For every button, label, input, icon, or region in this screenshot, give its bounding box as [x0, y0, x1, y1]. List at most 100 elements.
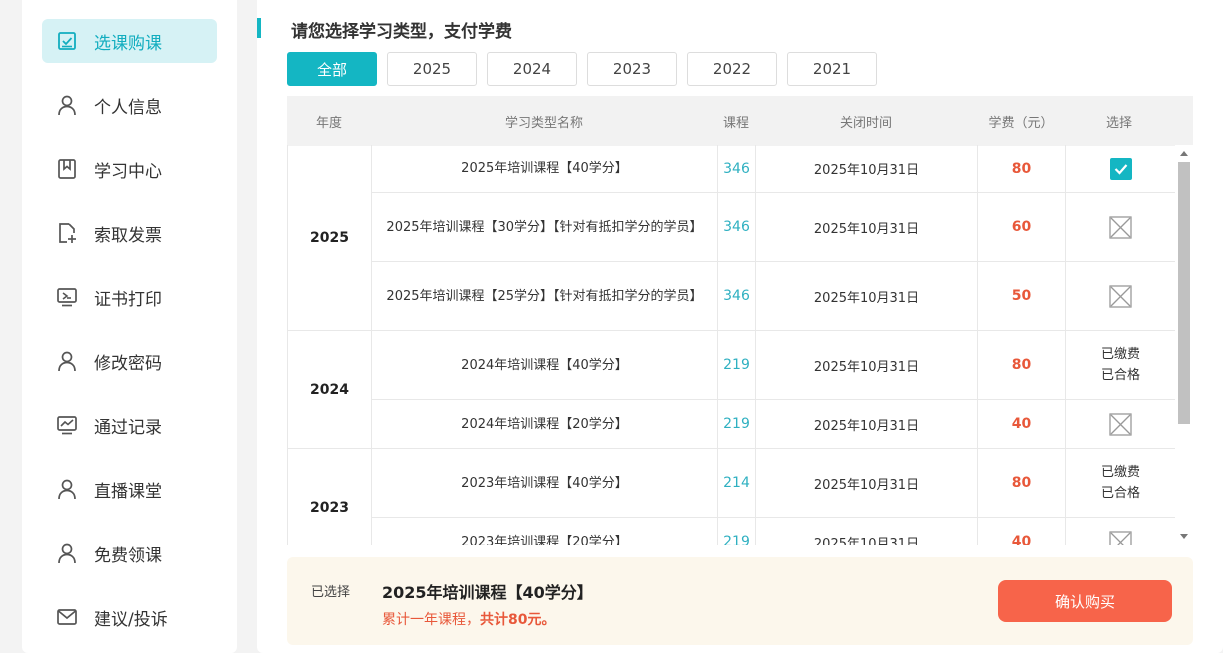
select-cell: [1066, 193, 1175, 261]
sidebar-item-certificate-print[interactable]: 证书打印: [42, 275, 217, 319]
user-icon: [55, 93, 79, 117]
total-amount: 共计80元。: [480, 612, 555, 628]
scroll-up-arrow-icon[interactable]: [1180, 151, 1188, 156]
sidebar-item-learning-center[interactable]: 学习中心: [42, 147, 217, 191]
monitor-icon: [55, 285, 79, 309]
column-header-name: 学习类型名称: [371, 96, 717, 146]
close-time: 2025年10月31日: [756, 449, 978, 517]
course-type-name: 2025年培训课程【40学分】: [372, 145, 718, 192]
table-row: 2025年培训课程【25学分】【针对有抵扣学分的学员】 346 2025年10月…: [372, 262, 1175, 330]
sidebar-item-course-purchase[interactable]: 选课购课: [42, 19, 217, 63]
tab-2023[interactable]: 2023: [587, 52, 677, 86]
user-icon: [55, 541, 79, 565]
page-title: 请您选择学习类型，支付学费: [291, 17, 512, 42]
sidebar-item-label: 免费领课: [94, 541, 162, 566]
bookmark-icon: [55, 157, 79, 181]
checked-checkbox[interactable]: [1110, 158, 1132, 180]
sidebar-item-label: 直播课堂: [94, 477, 162, 502]
tab-2022[interactable]: 2022: [687, 52, 777, 86]
sidebar-item-pass-records[interactable]: 通过记录: [42, 403, 217, 447]
status-passed: 已合格: [1101, 365, 1140, 386]
year-cell: 2024: [288, 331, 372, 448]
user-icon: [55, 349, 79, 373]
table-row: 2024年培训课程【20学分】 219 2025年10月31日 40: [372, 400, 1175, 448]
course-count-link[interactable]: 214: [718, 449, 756, 517]
sidebar-item-invoice[interactable]: 索取发票: [42, 211, 217, 255]
checkbox-icon: [55, 29, 79, 53]
close-time: 2025年10月31日: [756, 518, 978, 545]
course-type-name: 2025年培训课程【30学分】【针对有抵扣学分的学员】: [372, 193, 718, 261]
column-header-select: 选择: [1065, 96, 1173, 146]
table-body[interactable]: 2025 2025年培训课程【40学分】 346 2025年10月31日 80 …: [287, 145, 1175, 545]
main-panel: 请您选择学习类型，支付学费 全部 2025 2024 2023 2022 202…: [257, 0, 1223, 653]
sidebar-item-personal-info[interactable]: 个人信息: [42, 83, 217, 127]
disabled-checkbox-icon: [1109, 285, 1132, 308]
scrollbar-thumb[interactable]: [1178, 162, 1190, 424]
year-group-2023: 2023 2023年培训课程【40学分】 214 2025年10月31日 80 …: [288, 449, 1175, 545]
year-cell: 2023: [288, 449, 372, 545]
tab-all[interactable]: 全部: [287, 52, 377, 86]
table-header: 年度 学习类型名称 课程 关闭时间 学费（元） 选择: [287, 96, 1193, 146]
sidebar-item-label: 个人信息: [94, 93, 162, 118]
sidebar-item-label: 修改密码: [94, 349, 162, 374]
column-header-year: 年度: [287, 96, 371, 146]
table-row: 2023年培训课程【20学分】 219 2025年10月31日 40: [372, 518, 1175, 545]
column-header-course: 课程: [717, 96, 755, 146]
year-cell: 2025: [288, 145, 372, 330]
table-row: 2024年培训课程【40学分】 219 2025年10月31日 80 已缴费 已…: [372, 331, 1175, 400]
course-type-name: 2023年培训课程【40学分】: [372, 449, 718, 517]
tab-2021[interactable]: 2021: [787, 52, 877, 86]
course-count-link[interactable]: 219: [718, 400, 756, 448]
disabled-checkbox-icon: [1109, 531, 1132, 546]
fee: 80: [978, 449, 1066, 517]
course-count-link[interactable]: 346: [718, 145, 756, 192]
course-type-name: 2025年培训课程【25学分】【针对有抵扣学分的学员】: [372, 262, 718, 330]
course-type-name: 2024年培训课程【40学分】: [372, 331, 718, 399]
tab-2025[interactable]: 2025: [387, 52, 477, 86]
sidebar-item-feedback[interactable]: 建议/投诉: [42, 595, 217, 639]
disabled-checkbox-icon: [1109, 413, 1132, 436]
course-count-link[interactable]: 346: [718, 193, 756, 261]
user-icon: [55, 477, 79, 501]
sidebar-item-label: 学习中心: [94, 157, 162, 182]
table-row: 2025年培训课程【40学分】 346 2025年10月31日 80: [372, 145, 1175, 193]
table-row: 2023年培训课程【40学分】 214 2025年10月31日 80 已缴费 已…: [372, 449, 1175, 518]
column-header-fee: 学费（元）: [977, 96, 1065, 146]
sidebar-item-change-password[interactable]: 修改密码: [42, 339, 217, 383]
sidebar-item-free-courses[interactable]: 免费领课: [42, 531, 217, 575]
course-count-link[interactable]: 219: [718, 518, 756, 545]
close-time: 2025年10月31日: [756, 262, 978, 330]
tab-2024[interactable]: 2024: [487, 52, 577, 86]
scroll-down-arrow-icon[interactable]: [1180, 534, 1188, 539]
fee: 80: [978, 331, 1066, 399]
select-cell: [1066, 518, 1175, 545]
year-group-2025: 2025 2025年培训课程【40学分】 346 2025年10月31日 80 …: [288, 145, 1175, 331]
sidebar-item-label: 建议/投诉: [94, 605, 168, 630]
selected-label: 已选择: [311, 581, 350, 600]
table-scrollbar[interactable]: [1175, 145, 1193, 545]
fee: 50: [978, 262, 1066, 330]
course-count-link[interactable]: 346: [718, 262, 756, 330]
confirm-purchase-button[interactable]: 确认购买: [998, 580, 1172, 622]
selection-summary: 已选择 2025年培训课程【40学分】 累计一年课程，共计80元。 确认购买: [287, 557, 1193, 645]
fee: 40: [978, 400, 1066, 448]
sidebar-item-live-classroom[interactable]: 直播课堂: [42, 467, 217, 511]
course-count-link[interactable]: 219: [718, 331, 756, 399]
status-paid: 已缴费: [1101, 462, 1140, 483]
course-type-name: 2023年培训课程【20学分】: [372, 518, 718, 545]
select-cell: 已缴费 已合格: [1066, 331, 1175, 399]
heading-accent-bar: [257, 18, 261, 38]
fee: 60: [978, 193, 1066, 261]
sidebar-item-label: 选课购课: [94, 29, 162, 54]
status-paid: 已缴费: [1101, 344, 1140, 365]
sidebar-item-label: 证书打印: [94, 285, 162, 310]
checkmark-icon: [1114, 163, 1128, 175]
close-time: 2025年10月31日: [756, 400, 978, 448]
fee: 40: [978, 518, 1066, 545]
total-text: 累计一年课程，共计80元。: [382, 609, 555, 629]
close-time: 2025年10月31日: [756, 331, 978, 399]
file-add-icon: [55, 221, 79, 245]
sidebar-item-label: 索取发票: [94, 221, 162, 246]
select-cell: 已缴费 已合格: [1066, 449, 1175, 517]
close-time: 2025年10月31日: [756, 145, 978, 192]
